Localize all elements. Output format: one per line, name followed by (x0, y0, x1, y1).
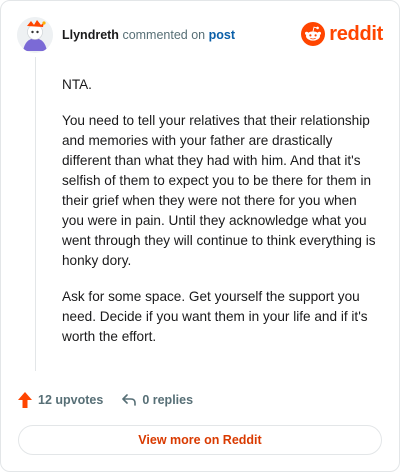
username-link[interactable]: Llyndreth (62, 28, 119, 42)
reddit-wordmark: reddit (329, 22, 383, 45)
view-more-button[interactable]: View more on Reddit (18, 425, 382, 455)
upvote-count: 12 upvotes (38, 393, 104, 407)
comment-meta: Llyndreth commented on post (62, 27, 235, 43)
user-avatar[interactable] (17, 17, 53, 53)
comment-actions: 12 upvotes 0 replies (17, 389, 193, 411)
reddit-logo[interactable]: reddit (301, 21, 383, 47)
reply-arrow-icon (122, 394, 137, 406)
comment-paragraph: Ask for some space. Get yourself the sup… (62, 289, 368, 344)
reply-count: 0 replies (142, 393, 194, 407)
avatar-icon (17, 17, 53, 53)
post-link[interactable]: post (209, 28, 235, 42)
reddit-comment-embed: Llyndreth commented on post reddit NTA. … (0, 0, 400, 472)
comment-header: Llyndreth commented on post reddit (17, 17, 383, 53)
reddit-snoo-icon (301, 22, 326, 46)
upvote-button[interactable]: 12 upvotes (17, 391, 103, 409)
thread-line (35, 57, 36, 371)
comment-paragraph: You need to tell your relatives that the… (62, 113, 376, 268)
replies-button[interactable]: 0 replies (121, 392, 193, 408)
comment-body: NTA. You need to tell your relatives tha… (62, 75, 380, 363)
comment-paragraph: NTA. (62, 77, 92, 92)
action-text: commented on (122, 28, 206, 42)
upvote-arrow-icon (18, 392, 32, 408)
